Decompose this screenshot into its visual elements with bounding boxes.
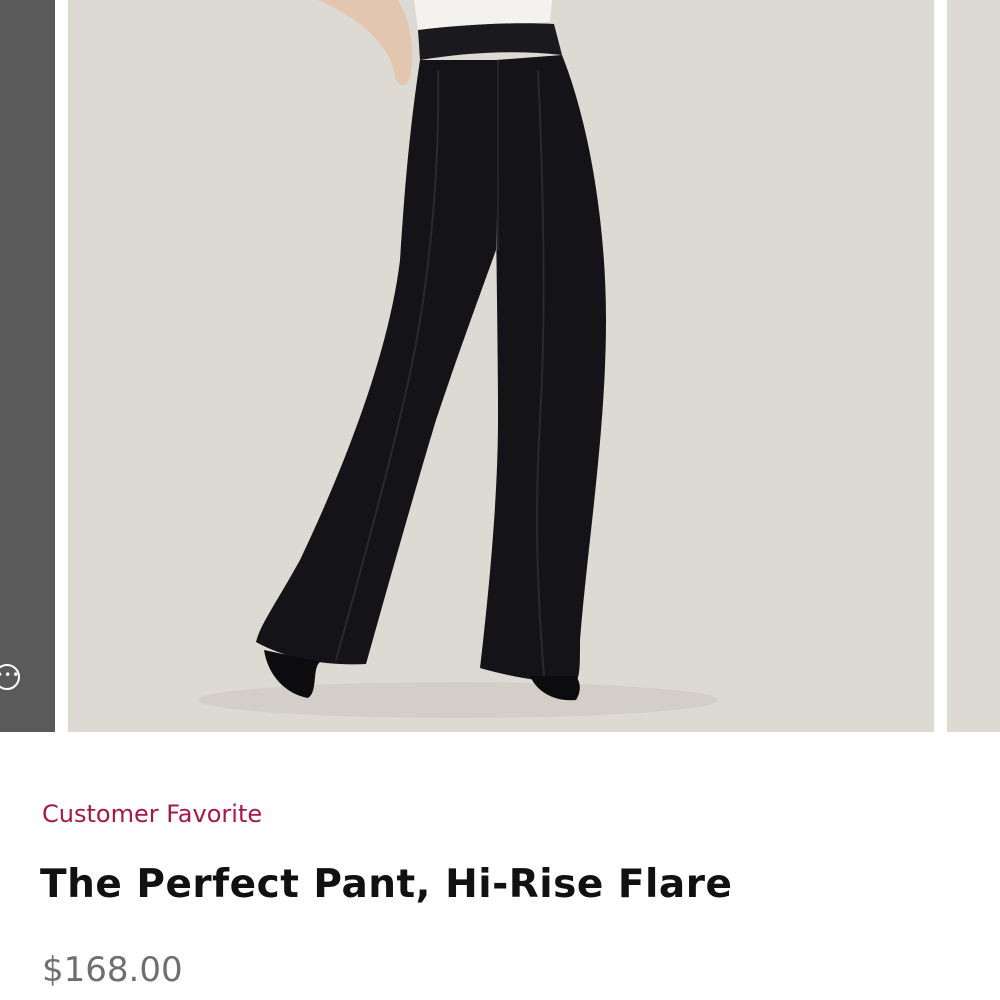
product-price: $168.00 [42, 950, 183, 990]
product-image-carousel[interactable]: ••• [0, 0, 1000, 732]
more-dots-icon[interactable]: ••• [0, 664, 20, 690]
product-image[interactable] [68, 0, 934, 732]
pants-photo [68, 0, 934, 732]
previous-slide[interactable]: ••• [0, 0, 55, 732]
next-slide[interactable] [947, 0, 1000, 732]
product-title: The Perfect Pant, Hi-Rise Flare [40, 862, 733, 907]
next-slide-photo [947, 0, 1000, 732]
customer-favorite-badge: Customer Favorite [42, 800, 263, 828]
